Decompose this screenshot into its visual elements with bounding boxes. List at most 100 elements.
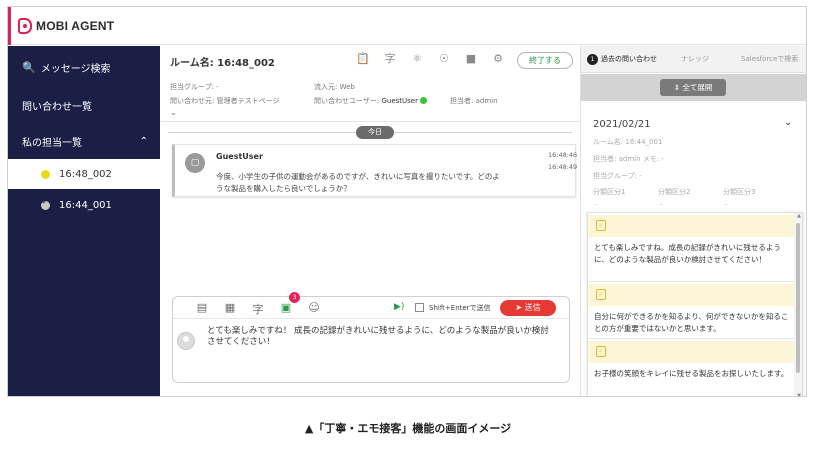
source: 流入元: Web bbox=[314, 83, 355, 91]
clipboard-icon[interactable]: 📋 bbox=[356, 52, 370, 66]
history-date: 2021/02/21 bbox=[593, 119, 651, 130]
sidebar-item-label: 問い合わせ一覧 bbox=[22, 101, 92, 113]
room-item-label: 16:44_001 bbox=[59, 199, 112, 211]
right-panel-tabs: 1 過去の問い合わせ ナレッジ Salesforceで検索 bbox=[581, 46, 806, 73]
suggestion-item[interactable]: お子様の笑顔をキレイに残せる製品をお探しいたします。 bbox=[594, 368, 790, 380]
header-toolbar: 📋 字 ⚛ ☉ ■ ⚙ bbox=[356, 52, 505, 66]
inquiry-user-name: GuestUser bbox=[381, 97, 418, 105]
tab-knowledge[interactable]: ナレッジ bbox=[681, 54, 709, 64]
inquiry-origin: 問い合わせ元: 管理者テストページ bbox=[170, 97, 280, 105]
ticket-icon[interactable]: ▣ bbox=[279, 301, 293, 314]
history-category-value: - bbox=[595, 201, 598, 208]
sidebar-item-label: メッセージ検索 bbox=[40, 63, 111, 75]
speaker-icon[interactable]: ▶) bbox=[394, 302, 404, 312]
suggestion-item[interactable]: とても楽しみですね。成長の記録がきれいに残せるように、どのような製品が良いか検討… bbox=[594, 242, 790, 266]
robot-icon[interactable]: ⚛ bbox=[410, 52, 424, 66]
inquiry-user: 問い合わせユーザー: GuestUser bbox=[314, 96, 427, 106]
window-icon[interactable]: ▦ bbox=[223, 301, 237, 314]
divider bbox=[588, 281, 794, 282]
day-badge: 今日 bbox=[356, 126, 394, 139]
chevron-down-icon[interactable]: ⌄ bbox=[784, 117, 792, 128]
note-icon[interactable]: ✓ bbox=[596, 346, 606, 357]
assignee-group: 担当グループ: - bbox=[170, 83, 219, 91]
suggestion-item[interactable]: 自分に何ができるかを知るより、何ができないかを知ることの方が重要ではないかと思い… bbox=[594, 311, 790, 335]
translate-icon[interactable]: 字 bbox=[251, 301, 265, 317]
note-icon[interactable]: ✓ bbox=[596, 289, 606, 300]
lightbulb-icon[interactable]: ☉ bbox=[437, 52, 451, 66]
history-assignee-memo: 担当者: admin メモ: - bbox=[593, 155, 664, 163]
template-icon[interactable]: ▤ bbox=[195, 301, 209, 314]
notification-badge: 3 bbox=[289, 292, 300, 303]
history-category-1: 分類区分1 bbox=[593, 188, 626, 196]
scroll-up-icon[interactable]: ▲ bbox=[797, 213, 801, 219]
sidebar-item-label: 私の担当一覧 bbox=[22, 137, 82, 149]
history-group: 担当グループ: - bbox=[593, 172, 642, 180]
expand-all-bar: ⇕ 全て展開 bbox=[581, 74, 806, 101]
expand-all-label: 全て展開 bbox=[682, 83, 713, 92]
brand-accent-bar bbox=[8, 7, 11, 45]
message-time: 16:48:49 bbox=[548, 163, 578, 171]
sidebar-item-inquiry-list[interactable]: 問い合わせ一覧 bbox=[8, 91, 160, 119]
sidebar-item-message-search[interactable]: 🔍 メッセージ検索 bbox=[8, 53, 160, 81]
tab-salesforce[interactable]: Salesforceで検索 bbox=[741, 54, 798, 64]
assignee: 担当者: admin bbox=[450, 97, 498, 105]
status-dot-icon bbox=[41, 169, 50, 179]
history-category-value: - bbox=[660, 201, 663, 208]
message-text: 今度、小学生の子供の運動会があるのですが、きれいに写真を撮りたいです。どのような… bbox=[216, 172, 500, 193]
suggestion-header: ✓ bbox=[588, 341, 794, 363]
suggestion-header: ✓ bbox=[588, 215, 794, 237]
app-window: MOBI AGENT 🔍 メッセージ検索 問い合わせ一覧 私の担当一覧 ⌃ 16… bbox=[7, 6, 807, 397]
tab-history[interactable]: 1 過去の問い合わせ bbox=[587, 54, 657, 65]
emoji-icon[interactable]: ☺ bbox=[307, 301, 321, 314]
note-icon[interactable]: ✓ bbox=[596, 220, 606, 231]
scroll-down-icon[interactable]: ▼ bbox=[797, 393, 801, 396]
room-item-done[interactable]: 16:44_001 bbox=[8, 190, 160, 220]
search-icon: 🔍 bbox=[22, 60, 36, 74]
room-name: ルーム名: 16:48_002 bbox=[170, 58, 275, 69]
chevron-down-icon[interactable]: ⌄ bbox=[170, 108, 177, 117]
translate-icon[interactable]: 字 bbox=[383, 52, 397, 66]
history-room: ルーム名: 16:44_001 bbox=[593, 138, 663, 146]
app-header: MOBI AGENT bbox=[8, 7, 806, 45]
sidebar: 🔍 メッセージ検索 問い合わせ一覧 私の担当一覧 ⌃ 16:48_002 16:… bbox=[8, 46, 160, 396]
message-time: 16:48:46 bbox=[548, 151, 578, 159]
chat-avatar-icon: ▢ bbox=[185, 153, 205, 173]
chat-header: ルーム名: 16:48_002 📋 字 ⚛ ☉ ■ ⚙ 終了する 担当グループ:… bbox=[160, 46, 580, 122]
check-circle-icon bbox=[41, 198, 50, 210]
message-composer: ▤ ▦ 字 ▣ 3 ☺ ▶) Shift+Enterで送信 ➤ 送信 とても楽し… bbox=[172, 292, 570, 383]
gear-icon[interactable]: ⚙ bbox=[491, 52, 505, 66]
contact-card-icon[interactable]: ■ bbox=[464, 52, 478, 66]
send-icon: ➤ bbox=[515, 303, 523, 312]
app-logo[interactable]: MOBI AGENT bbox=[18, 18, 114, 34]
history-category-2: 分類区分2 bbox=[658, 188, 691, 196]
history-category-value: - bbox=[725, 201, 728, 208]
shift-enter-checkbox[interactable] bbox=[415, 303, 424, 312]
message-user: GuestUser bbox=[216, 152, 263, 161]
room-item-label: 16:48_002 bbox=[59, 168, 112, 180]
expand-icon: ⇕ bbox=[673, 83, 680, 92]
shift-enter-label: Shift+Enterで送信 bbox=[429, 304, 491, 312]
app-name: MOBI AGENT bbox=[36, 19, 115, 33]
room-item-active[interactable]: 16:48_002 bbox=[8, 159, 160, 189]
divider bbox=[588, 338, 794, 339]
send-button[interactable]: ➤ 送信 bbox=[500, 300, 556, 316]
end-chat-button[interactable]: 終了する bbox=[517, 52, 573, 69]
inquiry-user-label: 問い合わせユーザー: bbox=[314, 97, 380, 105]
sidebar-item-my-assignments[interactable]: 私の担当一覧 ⌃ bbox=[8, 127, 160, 155]
suggestion-header: ✓ bbox=[588, 284, 794, 306]
online-status-icon bbox=[419, 97, 427, 104]
chat-body: 今日 ▢ GuestUser 今度、小学生の子供の運動会があるのですが、きれいに… bbox=[160, 123, 580, 293]
expand-all-button[interactable]: ⇕ 全て展開 bbox=[660, 79, 726, 96]
history-count: 1 bbox=[587, 54, 598, 65]
composer-input[interactable]: とても楽しみですね！ 成長の記録がきれいに残せるように、どのような製品が良いか検… bbox=[207, 326, 557, 348]
suggestion-scrollbar[interactable]: ▲ ▼ bbox=[794, 213, 802, 396]
chevron-up-icon: ⌃ bbox=[139, 135, 148, 147]
right-panel: 1 過去の問い合わせ ナレッジ Salesforceで検索 ⇕ 全て展開 2021… bbox=[580, 46, 806, 396]
logo-icon bbox=[18, 18, 32, 34]
suggestion-list: ✓ とても楽しみですね。成長の記録がきれいに残せるように、どのような製品が良いか… bbox=[587, 212, 803, 396]
agent-avatar-icon bbox=[177, 332, 195, 350]
tab-label: 過去の問い合わせ bbox=[601, 55, 657, 63]
scrollbar-thumb[interactable] bbox=[796, 223, 800, 373]
figure-caption: ▲「丁寧・エモ接客」機能の画面イメージ bbox=[304, 422, 512, 435]
message-bubble: ▢ GuestUser 今度、小学生の子供の運動会があるのですが、きれいに写真を… bbox=[172, 144, 578, 197]
